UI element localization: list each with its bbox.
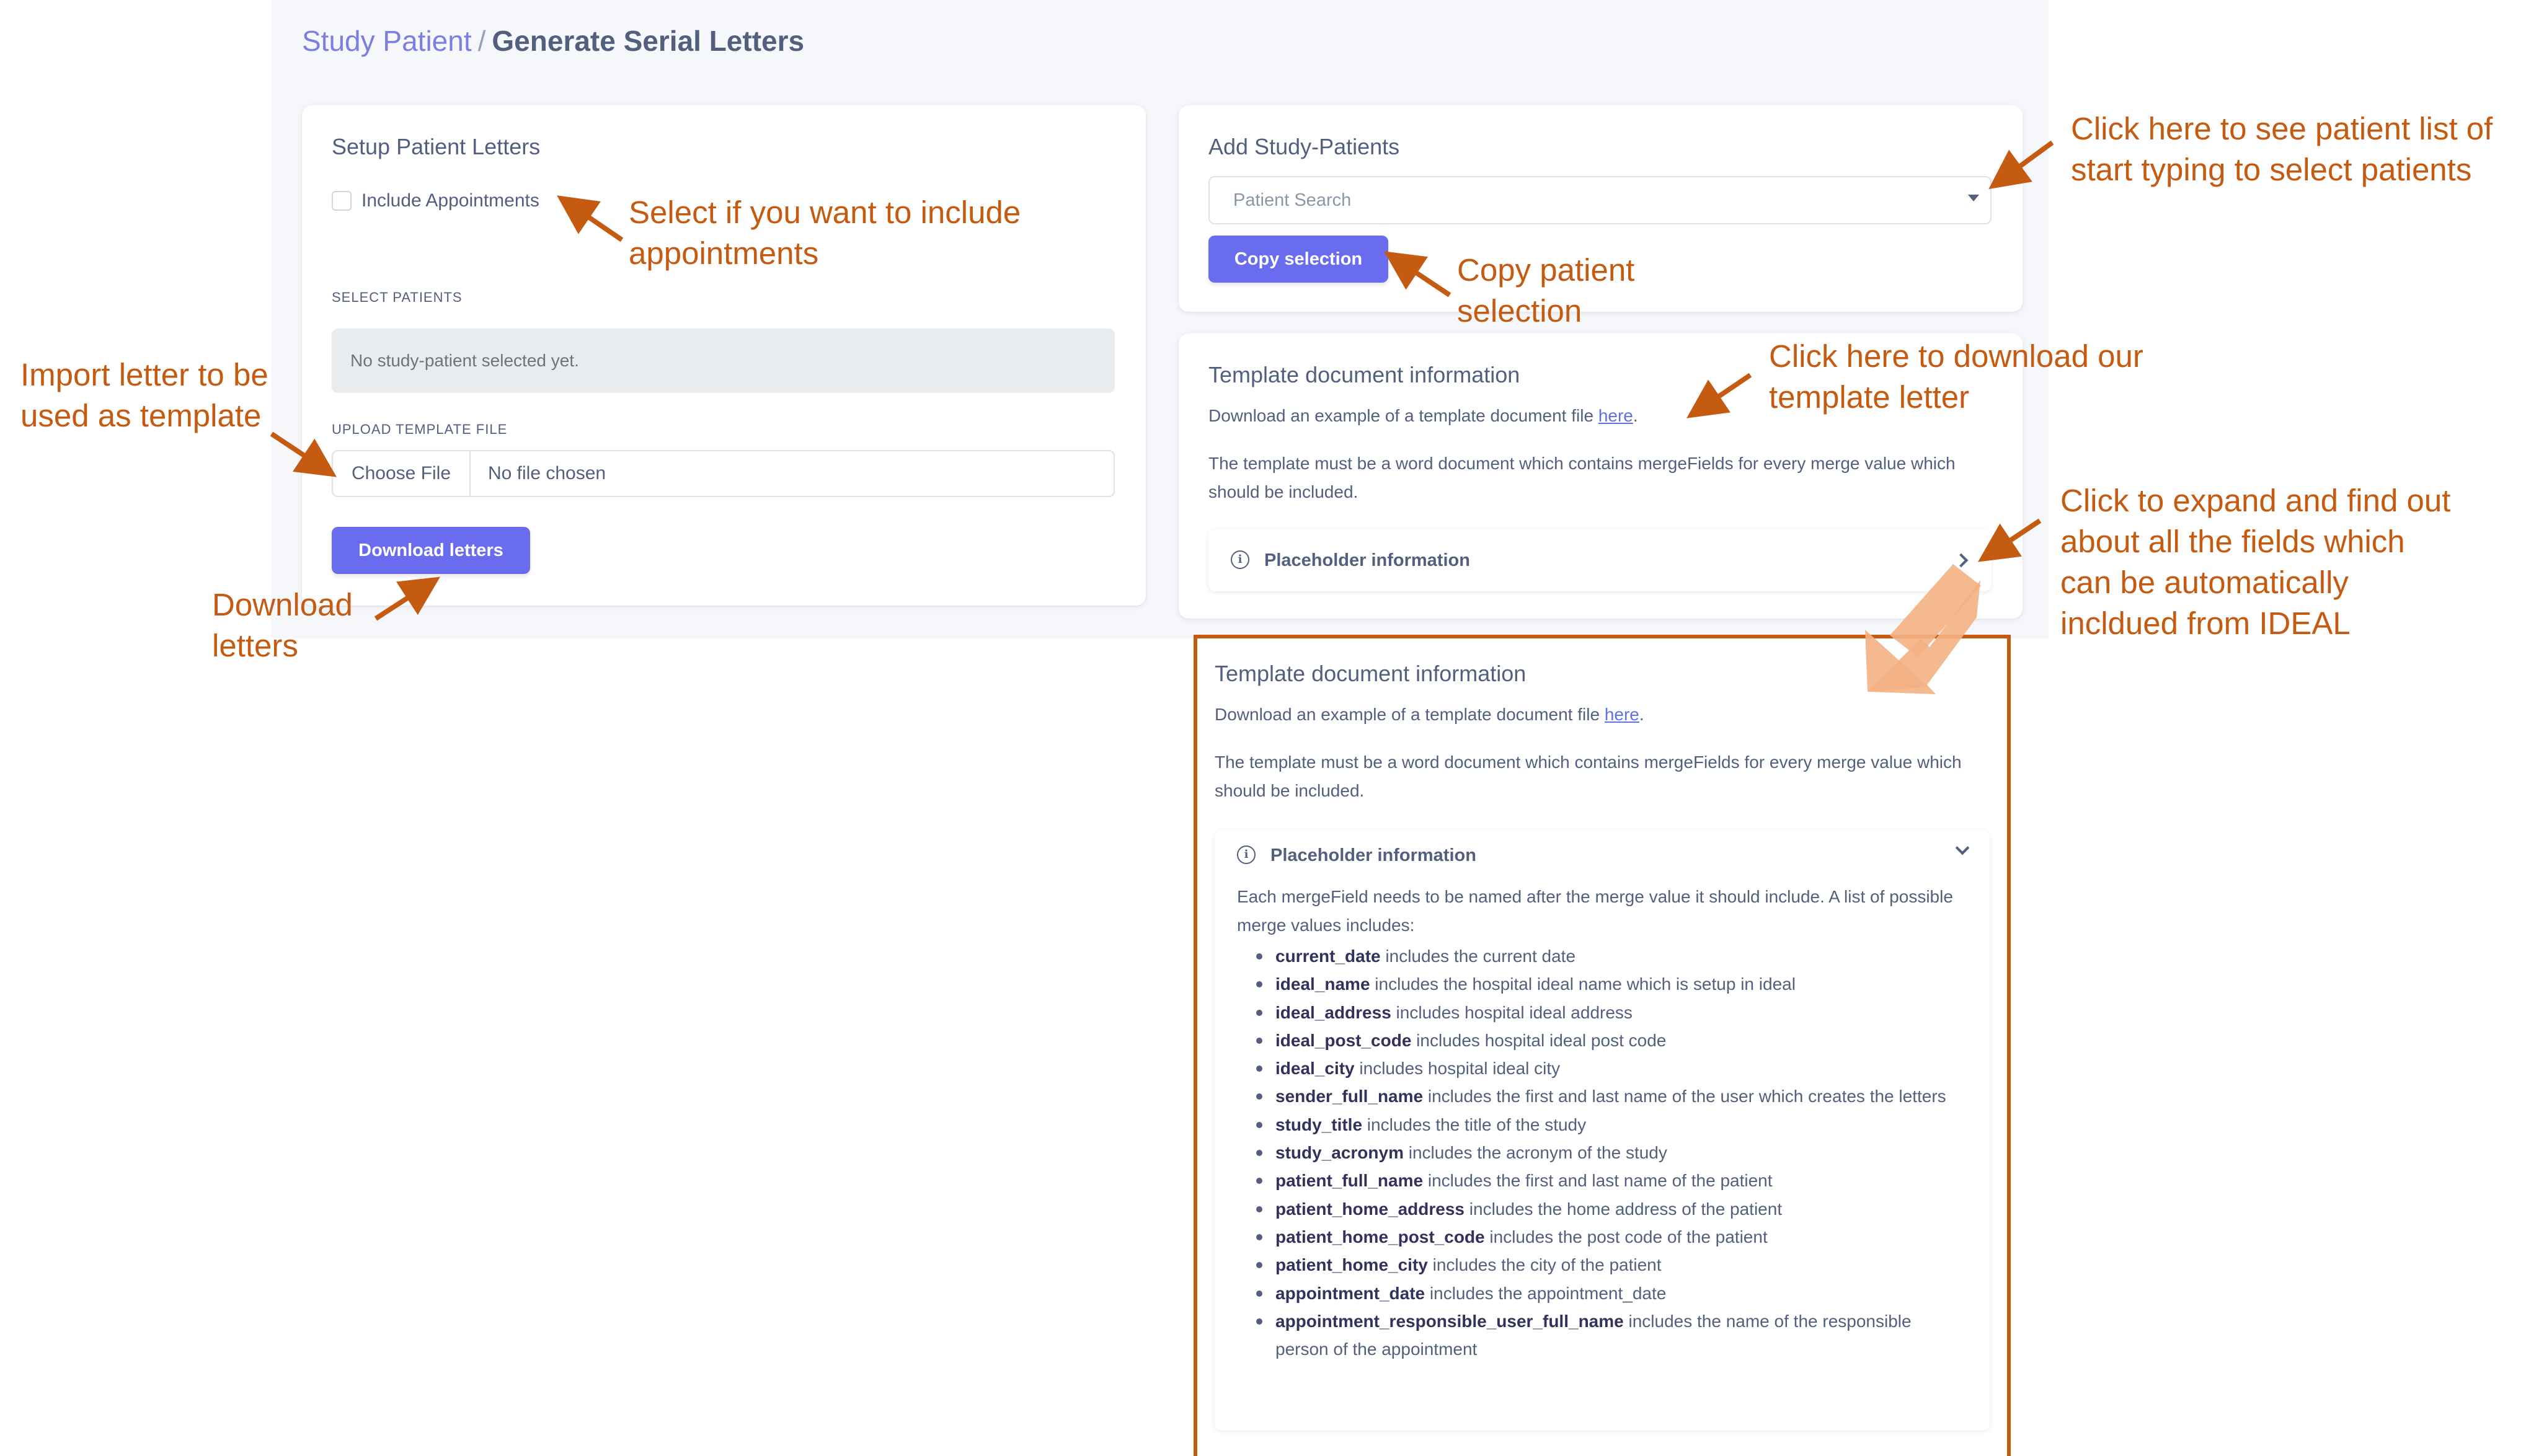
- annotation-import-template: Import letter to be used as template: [20, 357, 268, 433]
- arrow-copy-selection: [1384, 251, 1451, 298]
- annotation-expand-fields: Click to expand and find out about all t…: [2060, 483, 2451, 641]
- arrow-import-template: [270, 431, 337, 477]
- arrow-download-template: [1686, 373, 1752, 418]
- annotation-download-template: Click here to download our template lett…: [1769, 338, 2143, 415]
- arrow-download-letters: [374, 576, 441, 621]
- annotation-arrows: [270, 140, 2054, 694]
- arrow-patient-list: [1988, 140, 2054, 190]
- annotation-download-letters: Download letters: [212, 587, 353, 663]
- annotation-patient-list: Click here to see patient list of start …: [2071, 111, 2493, 187]
- annotation-copy-selection: Copy patient selection: [1457, 252, 1635, 329]
- arrow-expand-fields: [1978, 518, 2042, 562]
- arrow-include-appointments: [557, 195, 624, 242]
- annotation-include-appointments: Select if you want to include appointmen…: [629, 195, 1021, 271]
